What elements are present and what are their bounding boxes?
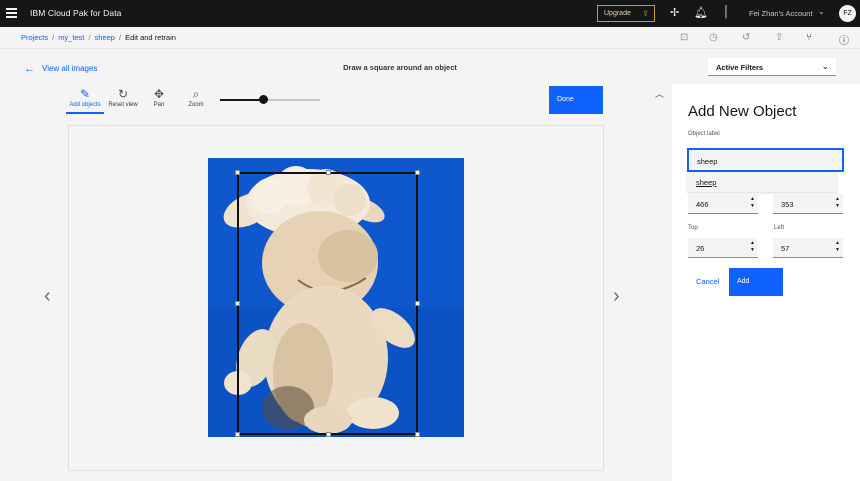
stepper-icon[interactable]: ▲ ▼ [750,196,755,210]
main-workspace: ← View all images Draw a square around an… [0,49,672,481]
zoom-label: Zoom [188,102,204,108]
view-all-label: View all images [42,64,98,73]
notification-icon[interactable]: 🔔︎ [694,6,708,19]
undo-icon[interactable]: ↺ [742,32,750,43]
next-image-icon[interactable]: › [613,285,620,308]
width-input[interactable]: 466 ▲ ▼ [688,194,758,214]
pin-icon[interactable]: ✢ [670,6,679,19]
lock-icon[interactable]: ⊡ [680,32,688,43]
top-header: IBM Cloud Pak for Data Upgrade ⇪ ✢ 🔔︎ │ … [0,0,860,27]
chevron-down-icon[interactable]: ⌄ [818,7,825,16]
arrow-left-icon: ← [24,63,35,75]
object-label-caption: Object label [688,131,720,137]
top-label: Top [688,225,698,231]
breadcrumb-dataset[interactable]: sheep [95,33,115,42]
add-object-panel: Add New Object Object label sheep sheep … [672,84,860,481]
resize-handle-left[interactable] [235,301,240,306]
breadcrumb-projects[interactable]: Projects [21,33,48,42]
history-icon[interactable]: ◷ [709,32,718,43]
pan-tool[interactable]: ✥ Pan [140,86,178,114]
resize-handle-top-left[interactable] [235,170,240,175]
upgrade-label: Upgrade [604,10,631,17]
resize-handle-bottom[interactable] [326,432,331,437]
upgrade-button[interactable]: Upgrade ⇪ [597,5,655,22]
left-label: Left [774,225,785,231]
resize-handle-top[interactable] [326,170,331,175]
resize-handle-bottom-right[interactable] [415,432,420,437]
filter-bar: Active Filters ⌄ [672,49,860,84]
add-objects-tool[interactable]: ✎ Add objects [66,86,104,114]
zoom-tool[interactable]: ⌕ Zoom [177,86,215,114]
zoom-slider-fill [220,99,263,101]
done-button[interactable]: Done [549,86,603,114]
zoom-icon: ⌕ [192,87,200,101]
active-filters-label: Active Filters [716,63,764,72]
resize-handle-right[interactable] [415,301,420,306]
height-input[interactable]: 353 ▲ ▼ [773,194,843,214]
account-switcher[interactable]: Fei Zhan's Account [749,9,813,18]
left-input[interactable]: 57 ▲ ▼ [773,238,843,258]
help-icon[interactable]: ⓘ [839,32,849,47]
height-value: 353 [781,200,794,209]
active-filters-dropdown[interactable]: Active Filters ⌄ [708,58,836,76]
upgrade-icon: ⇪ [642,9,649,18]
cancel-button[interactable]: Cancel [696,277,719,286]
breadcrumb-project[interactable]: my_test [58,33,84,42]
avatar[interactable]: FZ [839,5,856,22]
stepper-icon[interactable]: ▲ ▼ [835,240,840,254]
breadcrumb-bar: Projects / my_test / sheep / Edit and retrain … [0,27,860,49]
instruction-text: Draw a square around an object [343,63,457,72]
chevron-up-icon[interactable]: ︿ [655,87,664,100]
upload-icon[interactable]: ⇧ [775,32,783,43]
breadcrumb: Projects / my_test / sheep / Edit and retrain [21,33,176,42]
resize-handle-bottom-left[interactable] [235,432,240,437]
reset-view-label: Reset view [108,102,138,108]
reset-view-tool[interactable]: ↻ Reset view [104,86,142,114]
label-suggestion[interactable]: sheep [687,172,837,192]
view-all-images-link[interactable]: ← View all images [24,62,98,75]
breadcrumb-current: Edit and retrain [125,33,176,42]
chevron-down-icon: ⌄ [821,61,829,71]
divider-icon: │ [723,6,730,18]
menu-icon[interactable] [6,8,17,18]
stepper-icon[interactable]: ▲ ▼ [835,196,840,210]
zoom-slider-thumb[interactable] [259,95,268,104]
pan-label: Pan [153,102,165,108]
top-input[interactable]: 26 ▲ ▼ [688,238,758,258]
product-name[interactable]: IBM Cloud Pak for Data [30,8,122,18]
branch-icon[interactable]: ⑂ [806,32,812,43]
object-label-input[interactable]: sheep [687,148,844,172]
add-objects-label: Add objects [69,102,101,108]
add-button[interactable]: Add [729,268,783,296]
top-value: 26 [696,244,705,253]
panel-title: Add New Object [688,103,797,120]
stepper-icon[interactable]: ▲ ▼ [750,240,755,254]
pan-icon: ✥ [153,87,165,101]
width-value: 466 [696,200,709,209]
zoom-slider[interactable] [220,95,320,104]
resize-handle-top-right[interactable] [415,170,420,175]
pencil-icon: ✎ [79,87,91,101]
left-value: 57 [781,244,790,253]
reset-icon: ↻ [117,87,129,101]
bounding-box[interactable] [235,170,420,437]
previous-image-icon[interactable]: ‹ [44,285,51,308]
